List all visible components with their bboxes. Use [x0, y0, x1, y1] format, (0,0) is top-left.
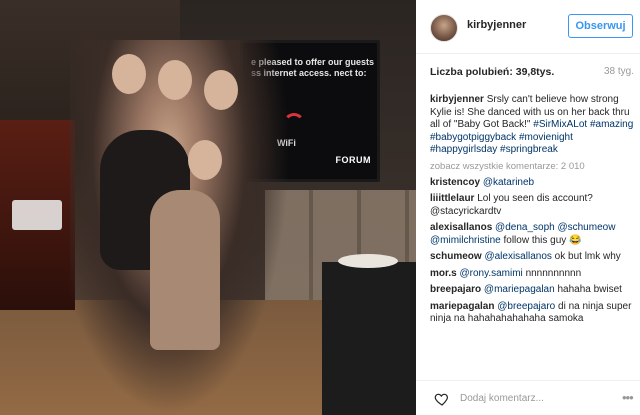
likes-count[interactable]: Liczba polubień: 39,8tys. [430, 66, 554, 78]
comment-item: mariepagalan @breepajaro di na ninja sup… [430, 301, 635, 326]
post-time[interactable]: 38 tyg. [604, 66, 634, 77]
post-footer: Dodaj komentarz... ••• [416, 380, 640, 415]
food-plate [338, 254, 398, 268]
add-comment-input[interactable]: Dodaj komentarz... [460, 393, 544, 404]
comment-mention[interactable]: @mariepagalan [484, 284, 555, 295]
person-head [112, 54, 146, 94]
comment-mention[interactable]: @katarineb [483, 177, 534, 188]
comment-text: nnnnnnnnnn [525, 267, 582, 279]
person-head [204, 70, 238, 110]
comment-item: liiittlelaur Lol you seen dis account? @… [430, 193, 635, 218]
load-more-comments[interactable]: zobacz wszystkie komentarze: 2 010 [430, 161, 635, 172]
comment-username[interactable]: breepajaro [430, 284, 481, 295]
comment-text: hahaha bwiset [557, 284, 622, 295]
caption-username[interactable]: kirbyjenner [430, 94, 484, 105]
comment-username[interactable]: schumeow [430, 251, 482, 262]
post-photo: e pleased to offer our guests ss interne… [0, 0, 416, 415]
comment-item: mor.s @rony.samimi nnnnnnnnnn [430, 268, 635, 281]
forum-logo: FORUM [335, 155, 371, 165]
people-group [70, 40, 290, 415]
comment-item: alexisallanos @dena_soph @schumeow @mimi… [430, 222, 635, 247]
comment-username[interactable]: alexisallanos [430, 222, 492, 233]
comment-item: breepajaro @mariepagalan hahaha bwiset [430, 284, 635, 297]
comment-username[interactable]: mariepagalan [430, 301, 494, 312]
likes-row: Liczba polubień: 39,8tys. 38 tyg. [430, 66, 634, 82]
comment-username[interactable]: kristencoy [430, 177, 480, 188]
comment-text: follow this guy 😂 [503, 234, 582, 246]
bowling-pins [12, 200, 62, 230]
comment-mention[interactable]: @alexisallanos [484, 251, 551, 262]
comments-list: kirbyjenner Srsly can't believe how stro… [430, 94, 635, 356]
person-head [188, 140, 222, 180]
follow-button[interactable]: Obserwuj [568, 14, 633, 38]
comment-username[interactable]: liiittlelaur [430, 193, 474, 204]
comment-item: schumeow @alexisallanos ok but lmk why [430, 251, 635, 264]
post-sidebar: kirbyjenner Obserwuj Liczba polubień: 39… [416, 0, 640, 415]
caption: kirbyjenner Srsly can't believe how stro… [430, 94, 635, 157]
person-head [158, 60, 192, 100]
comment-item: kristencoy @katarineb [430, 177, 635, 190]
comment-mention[interactable]: @rony.samimi [459, 268, 522, 279]
person-dress [150, 190, 220, 350]
heart-icon[interactable] [434, 391, 450, 407]
comment-text: ok but lmk why [554, 251, 621, 262]
comment-username[interactable]: mor.s [430, 268, 457, 279]
comment-mention[interactable]: @breepajaro [497, 301, 555, 312]
arcade-machine [0, 120, 75, 310]
header-username[interactable]: kirbyjenner [467, 19, 526, 31]
avatar[interactable] [430, 14, 458, 42]
more-options-icon[interactable]: ••• [622, 390, 634, 405]
post-header: kirbyjenner Obserwuj [416, 0, 640, 54]
side-table [322, 262, 416, 415]
